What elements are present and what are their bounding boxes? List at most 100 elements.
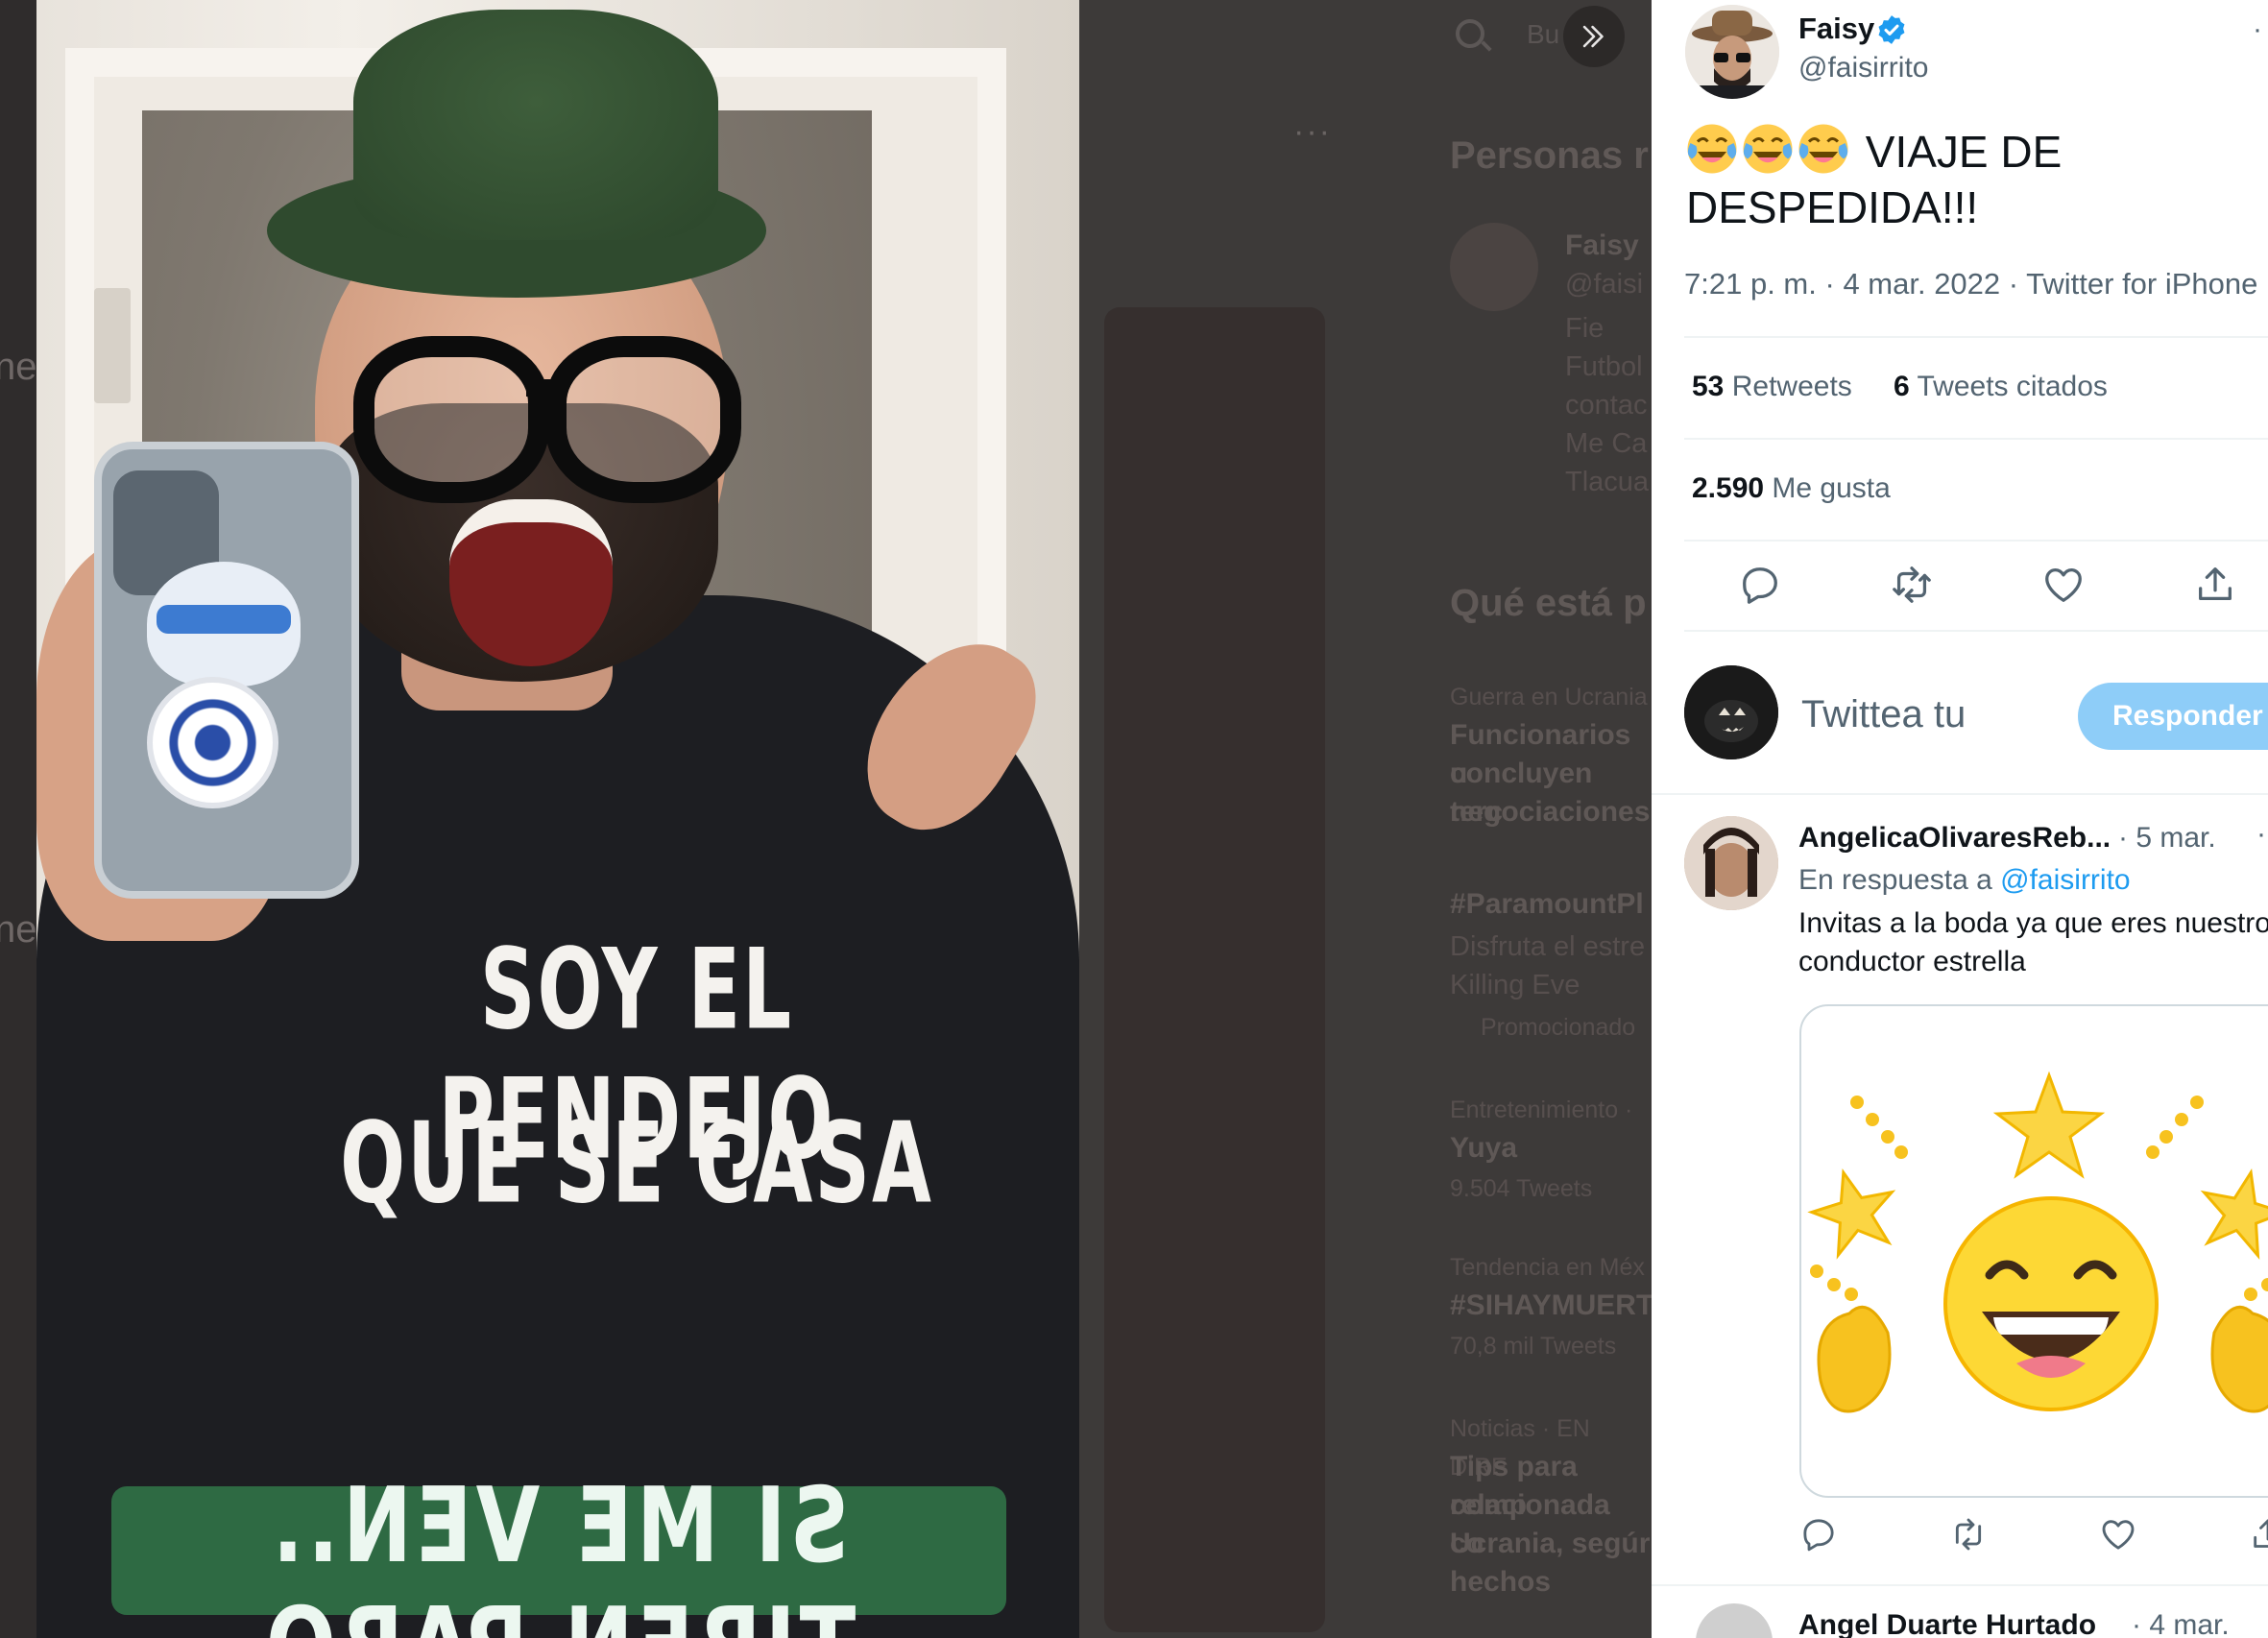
suggested-handle: @faisi	[1565, 269, 1644, 300]
photo-hat	[353, 10, 718, 240]
meta-separator: ·	[1824, 267, 1835, 301]
divider	[1652, 1584, 2268, 1586]
reply2-author-avatar[interactable]	[1696, 1603, 1773, 1638]
tears-of-joy-emoji-icon	[1687, 124, 1737, 174]
search-icon	[1456, 19, 1484, 48]
tweet-source[interactable]: Twitter for iPhone	[2026, 267, 2257, 301]
trend-title: #ParamountPl	[1450, 888, 1644, 920]
pumpkin-avatar-image	[1684, 665, 1778, 759]
likes-count: 2.590	[1692, 472, 1765, 504]
reply-date[interactable]: · 5 mar.	[2118, 822, 2216, 855]
photo-mouth	[449, 499, 613, 666]
share-icon[interactable]	[2193, 563, 2237, 607]
background-left-strip	[0, 0, 36, 1638]
author-avatar[interactable]	[1685, 5, 1779, 99]
trend-sub: Disfruta el estre	[1450, 931, 1646, 962]
divider	[1684, 438, 2268, 440]
photo-bear-visor	[157, 605, 291, 634]
share-icon[interactable]	[2249, 1515, 2268, 1554]
trend-title: Ucrania, segúr	[1450, 1528, 1651, 1559]
background-left-fragment: ne	[0, 908, 37, 951]
reply-author-name[interactable]: AngelicaOlivaresReb...	[1798, 822, 2111, 855]
reply-media-card[interactable]	[1799, 1004, 2268, 1498]
quotes-label: Tweets citados	[1917, 371, 2108, 402]
trend-sub: 9.504 Tweets	[1450, 1175, 1593, 1202]
replying-to: En respuesta a @faisirrito	[1798, 864, 2131, 897]
background-more-icon: ···	[1293, 113, 1332, 150]
tweet-time[interactable]: 7:21 p. m.	[1684, 267, 1817, 301]
trend-sub: 70,8 mil Tweets	[1450, 1333, 1617, 1360]
reply2-author-name[interactable]: Angel Duarte Hurtado	[1798, 1609, 2096, 1638]
trend-promoted: Promocionado	[1481, 1014, 1636, 1041]
suggested-bio-line: contac	[1565, 390, 1648, 421]
reply-submit-button[interactable]: Responder	[2078, 683, 2268, 750]
tweet-text: VIAJE DE DESPEDIDA!!!	[1686, 123, 2253, 235]
suggested-name: Faisy	[1565, 229, 1639, 261]
replying-to-handle[interactable]: @faisirrito	[2000, 864, 2130, 896]
replying-to-label: En respuesta a	[1798, 864, 1992, 896]
tears-of-joy-emoji-icon	[1743, 124, 1793, 174]
likes-label: Me gusta	[1772, 472, 1891, 504]
meta-separator: ·	[2008, 267, 2019, 301]
author-handle[interactable]: @faisirrito	[1798, 52, 1928, 84]
trend-title: hechos	[1450, 1566, 1552, 1598]
double-chevron-right-icon	[1582, 25, 1604, 48]
photo-hinge	[94, 288, 131, 403]
reply-icon[interactable]	[1799, 1515, 1838, 1554]
divider	[1652, 793, 2268, 795]
retweets-count: 53	[1692, 371, 1725, 402]
more-options-icon[interactable]: ·	[2253, 13, 2262, 46]
reply-author-avatar-image	[1684, 816, 1778, 910]
expand-panel-button[interactable]	[1563, 6, 1625, 67]
tweet-panel: Faisy @faisirrito · VIAJE DE DESPEDIDA!!…	[1652, 0, 2268, 1638]
laughing-sun-sticker-icon	[1807, 1071, 2268, 1413]
author-avatar-image	[1685, 5, 1779, 99]
divider	[1684, 630, 2268, 632]
suggested-bio-line: Me Ca	[1565, 428, 1648, 459]
tweet-meta: 7:21 p. m. · 4 mar. 2022 · Twitter for i…	[1684, 267, 2257, 301]
photo-glasses-left	[353, 336, 549, 503]
reply-compose-input[interactable]: Twittea tu	[1801, 693, 1966, 736]
divider	[1684, 540, 2268, 542]
photo-caption-sticker: SI ME VEN.. TIREN PARO	[111, 1466, 1006, 1638]
suggested-avatar	[1450, 223, 1538, 311]
reply-text: Invitas a la boda ya que eres nuestro co…	[1798, 907, 2268, 977]
photo-glasses-right	[545, 336, 741, 503]
shirt-text-line2: QUE SE CASA	[340, 1098, 933, 1228]
author-name[interactable]: Faisy	[1798, 12, 1874, 46]
trend-context: Entretenimiento ·	[1450, 1096, 1633, 1123]
trend-context: Guerra en Ucrania	[1450, 684, 1648, 711]
trend-title: negociaciones	[1450, 796, 1651, 828]
retweets-stat[interactable]: 53 Retweets	[1692, 371, 1852, 403]
likes-stat[interactable]: 2.590 Me gusta	[1692, 472, 1891, 505]
reply-more-icon[interactable]: ·	[2256, 818, 2266, 851]
background-left-fragment: ne	[0, 346, 37, 388]
like-heart-icon[interactable]	[2041, 563, 2086, 607]
background-image-shadow	[1104, 307, 1325, 1632]
current-user-avatar[interactable]	[1684, 665, 1778, 759]
who-to-follow-heading: Personas r	[1450, 134, 1649, 177]
tears-of-joy-emoji-icon	[1798, 124, 1848, 174]
tweet-date[interactable]: 4 mar. 2022	[1843, 267, 2000, 301]
background-search-input: Bu	[1527, 19, 1560, 49]
divider	[1684, 336, 2268, 338]
suggested-bio-line: Futbol	[1565, 351, 1643, 382]
reply-icon[interactable]	[1738, 563, 1782, 607]
tweet-photo[interactable]: SOY EL PENDEJO QUE SE CASA SI ME VEN.. T…	[36, 0, 1079, 1638]
suggested-bio-line: Tlacua	[1565, 467, 1650, 497]
reply2-date[interactable]: · 4 mar.	[2132, 1609, 2230, 1638]
verified-badge-icon	[1878, 15, 1905, 44]
retweet-icon[interactable]	[1890, 563, 1934, 607]
photo-popsocket	[147, 677, 278, 808]
photo-glasses-bridge	[526, 379, 565, 397]
retweet-icon[interactable]	[1949, 1515, 1988, 1554]
suggested-bio-line: Fie	[1565, 313, 1604, 344]
trend-sub: Killing Eve	[1450, 970, 1580, 1000]
like-heart-icon[interactable]	[2099, 1515, 2137, 1554]
trend-title: Yuya	[1450, 1132, 1518, 1164]
trend-context: Tendencia en Méx	[1450, 1254, 1645, 1281]
quotes-stat[interactable]: 6 Tweets citados	[1894, 371, 2108, 403]
quotes-count: 6	[1894, 371, 1910, 402]
retweets-label: Retweets	[1731, 371, 1852, 402]
reply-author-avatar[interactable]	[1684, 816, 1778, 910]
